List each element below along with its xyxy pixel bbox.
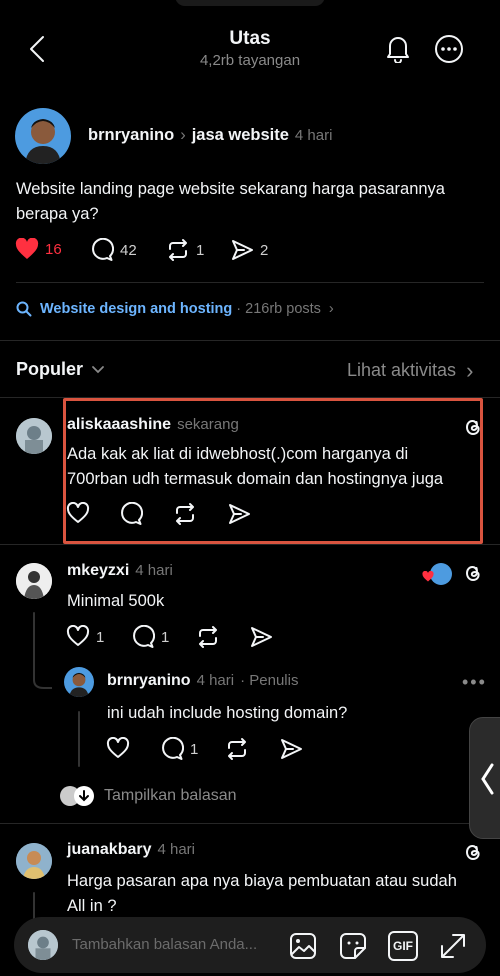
show-replies-button[interactable]: Tampilkan balasan (60, 786, 237, 806)
repost-icon[interactable] (225, 737, 249, 761)
like-count: 1 (96, 628, 105, 646)
reply-time: 4 hari (135, 562, 173, 579)
reply-author[interactable]: brnryanino (107, 672, 191, 690)
highlight-box (63, 398, 483, 544)
liked-by-author-badge (422, 563, 452, 585)
post-community[interactable]: jasa website (192, 126, 289, 145)
send-icon[interactable] (249, 625, 273, 649)
down-arrow-icon (74, 786, 94, 806)
comment-icon (162, 737, 184, 760)
gif-button[interactable]: GIF (388, 931, 418, 961)
post-author[interactable]: brnryanino (88, 126, 174, 145)
repost-button[interactable]: 1 (166, 238, 204, 262)
heart-filled-icon (422, 571, 434, 582)
reply-text: ini udah include hosting domain? (107, 704, 348, 722)
send-icon[interactable] (279, 737, 303, 761)
comment-button[interactable]: 1 (131, 625, 169, 649)
reply-avatar[interactable] (64, 667, 94, 697)
repost-count: 1 (196, 241, 205, 259)
more-options-icon[interactable]: ••• (462, 672, 487, 693)
reply-byline: juanakbary 4 hari (67, 841, 195, 859)
reply-time: 4 hari (157, 841, 196, 858)
page-title: Utas (229, 28, 271, 49)
like-count: 16 (45, 240, 62, 258)
comment-button[interactable]: 1 (160, 737, 198, 761)
divider (0, 544, 500, 545)
sort-dropdown[interactable]: Populer (16, 359, 105, 380)
topic-meta: · 216rb posts (236, 301, 321, 317)
share-button[interactable]: 2 (230, 238, 268, 262)
activity-link[interactable]: Lihat aktivitas › (347, 357, 474, 383)
camera-notch (175, 0, 325, 6)
comment-count: 1 (190, 740, 199, 758)
chevron-right-icon: › (466, 357, 474, 383)
search-icon (16, 301, 32, 317)
repost-icon[interactable] (196, 625, 220, 649)
divider (0, 823, 500, 824)
thread-connector (33, 676, 52, 689)
activity-link-label: Lihat aktivitas (347, 360, 457, 380)
repost-icon (169, 239, 187, 261)
threads-logo-icon[interactable] (462, 841, 484, 863)
sticker-icon[interactable] (338, 931, 368, 961)
divider (0, 340, 500, 341)
post-text: Website landing page website sekarang ha… (16, 180, 445, 223)
reply-author[interactable]: juanakbary (67, 841, 151, 859)
view-count: 4,2rb tayangan (199, 52, 301, 69)
comment-icon (133, 625, 155, 648)
image-icon[interactable] (288, 931, 318, 961)
more-options-icon[interactable] (433, 33, 465, 65)
threads-logo-icon[interactable] (462, 562, 484, 584)
reply-text: Harga pasaran apa nya biaya pembuatan at… (67, 872, 457, 915)
comment-icon (92, 238, 114, 261)
divider (16, 282, 484, 283)
comment-count: 42 (120, 241, 137, 259)
side-panel-handle[interactable] (469, 717, 500, 839)
heart-icon[interactable] (106, 737, 130, 761)
reply-byline: mkeyzxi 4 hari (67, 562, 173, 580)
heart-filled-icon (15, 238, 39, 259)
bell-icon[interactable] (384, 33, 412, 63)
own-avatar (28, 930, 58, 960)
share-count: 2 (260, 241, 269, 259)
post-time: 4 hari (294, 127, 333, 144)
thread-line (78, 711, 80, 767)
expand-icon[interactable] (438, 931, 468, 961)
chevron-down-icon (92, 365, 104, 373)
sort-label: Populer (16, 359, 84, 379)
chevron-right-icon: › (180, 126, 186, 144)
thread-line (33, 612, 35, 678)
chevron-left-icon (481, 763, 494, 795)
post-byline: brnryanino › jasa website 4 hari (88, 126, 332, 145)
send-icon (232, 240, 253, 260)
reply-avatar[interactable] (16, 563, 52, 599)
topic-label: Website design and hosting (40, 301, 233, 317)
reply-compose-bar: Tambahkan balasan Anda... GIF (14, 917, 486, 973)
reply-author[interactable]: mkeyzxi (67, 562, 129, 580)
reply-avatar[interactable] (16, 843, 52, 879)
show-replies-label: Tampilkan balasan (104, 787, 237, 804)
reply-byline: brnryanino 4 hari · Penulis (107, 672, 298, 690)
like-button[interactable]: 1 (66, 625, 104, 649)
heart-icon (66, 625, 90, 646)
topic-tag[interactable]: Website design and hosting · 216rb posts… (16, 301, 334, 317)
reply-text: Minimal 500k (67, 592, 165, 610)
like-button[interactable]: 16 (15, 238, 62, 260)
reply-avatar[interactable] (16, 418, 52, 454)
chevron-right-icon: › (328, 301, 334, 317)
comment-count: 1 (161, 628, 170, 646)
author-role: · Penulis (240, 672, 299, 689)
reply-input[interactable]: Tambahkan balasan Anda... (72, 936, 272, 953)
author-avatar[interactable] (15, 108, 71, 164)
reply-time: 4 hari (196, 672, 235, 689)
comment-button[interactable]: 42 (90, 238, 137, 262)
reply-avatars (60, 786, 96, 806)
